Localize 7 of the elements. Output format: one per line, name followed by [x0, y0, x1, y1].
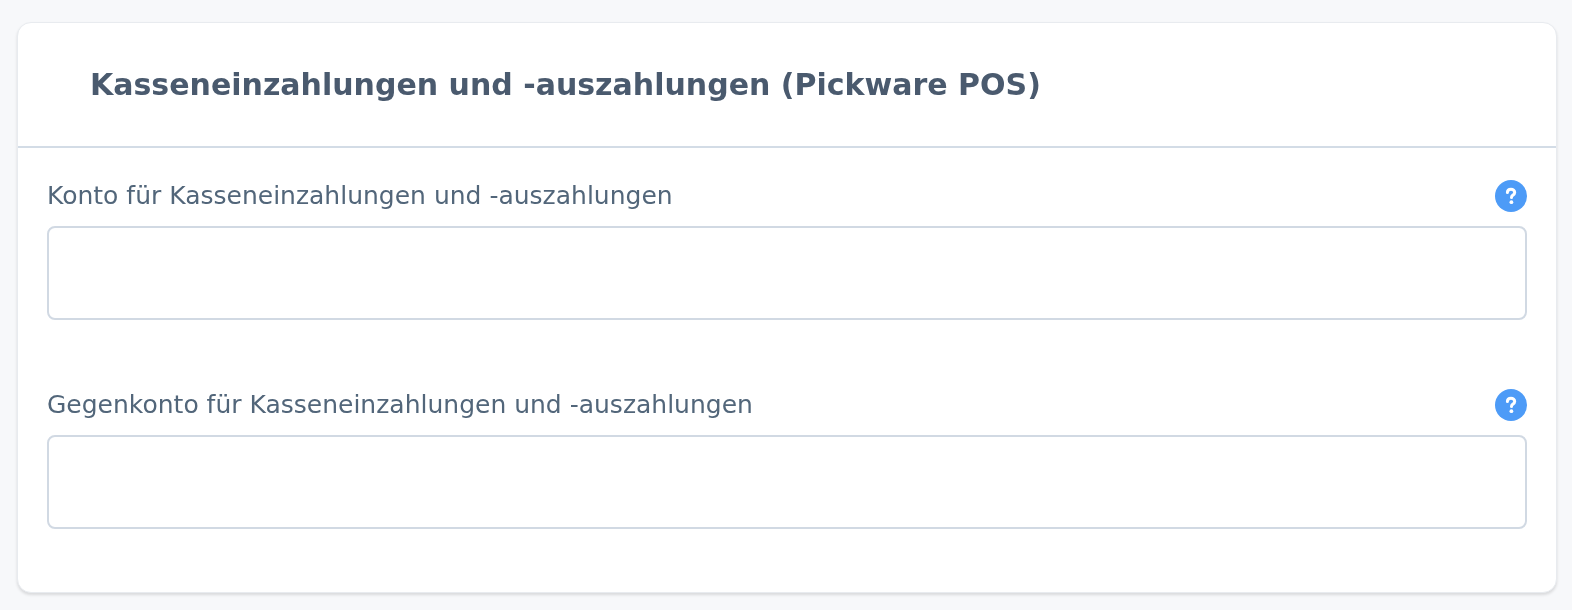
- card-title: Kasseneinzahlungen und -auszahlungen (Pickware POS): [90, 66, 1041, 103]
- field-label: Gegenkonto für Kasseneinzahlungen und -auszahlungen: [47, 389, 753, 422]
- help-icon[interactable]: [1495, 180, 1527, 212]
- field-label: Konto für Kasseneinzahlungen und -auszahlungen: [47, 180, 673, 213]
- help-icon[interactable]: [1495, 389, 1527, 421]
- input-field[interactable]: [47, 226, 1527, 320]
- input-field[interactable]: [47, 435, 1527, 529]
